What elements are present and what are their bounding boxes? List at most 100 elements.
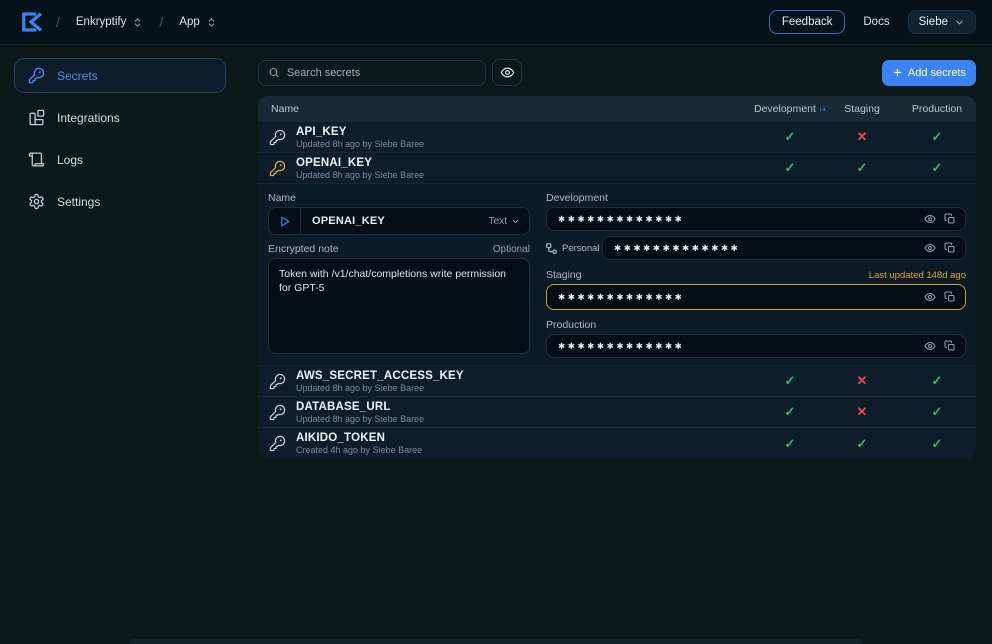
secret-name: AWS_SECRET_ACCESS_KEY [296,370,464,382]
sidebar-item-integrations[interactable]: Integrations [14,100,226,135]
secret-detail-panel: Name OPENAI_KEY Text Encrypted note Opti… [258,184,976,366]
production-value-field[interactable]: ✱✱✱✱✱✱✱✱✱✱✱✱✱ [546,334,966,358]
search-icon [268,66,280,79]
reveal-all-toggle[interactable] [492,59,522,86]
note-label: Encrypted note [268,243,339,255]
sidebar-item-secrets[interactable]: Secrets [14,58,226,93]
key-icon [269,160,286,177]
search-input[interactable] [287,67,476,79]
staging-value: ✱✱✱✱✱✱✱✱✱✱✱✱✱ [547,292,924,303]
breadcrumb-project-select[interactable]: App [173,12,222,32]
sidebar-item-label: Settings [57,195,100,209]
copy-icon[interactable] [944,340,956,352]
status-development: ✓ [754,373,826,389]
detail-left-column: Name OPENAI_KEY Text Encrypted note Opti… [268,192,530,359]
chevron-down-icon [954,17,965,28]
breadcrumb-separator: / [159,14,163,30]
eye-icon[interactable] [924,291,936,303]
personal-value: ✱✱✱✱✱✱✱✱✱✱✱✱✱ [603,243,924,254]
add-secrets-label: Add secrets [908,67,966,79]
eye-icon[interactable] [924,340,936,352]
secret-meta: Updated 8h ago by Siebe Baree [296,383,464,393]
status-development: ✓ [754,404,826,420]
secret-row-aws-secret-access-key[interactable]: AWS_SECRET_ACCESS_KEY Updated 8h ago by … [258,366,976,397]
key-icon [269,404,286,421]
status-development: ✓ [754,129,826,145]
sidebar-item-label: Secrets [57,69,98,83]
eye-icon[interactable] [924,242,936,254]
secret-name-field: OPENAI_KEY Text [268,207,530,235]
sidebar-item-label: Integrations [57,111,120,125]
status-production: ✓ [898,436,976,452]
eye-icon[interactable] [924,213,936,225]
key-icon [269,435,286,452]
secret-row-api-key[interactable]: API_KEY Updated 8h ago by Siebe Baree ✓ … [258,122,976,153]
personal-label: Personal [562,243,600,254]
secret-name: OPENAI_KEY [296,157,424,169]
gear-icon [28,193,45,210]
plus-icon [892,67,903,78]
status-production: ✓ [898,160,976,176]
column-staging[interactable]: Staging [826,103,898,115]
enkryptify-logo-icon[interactable] [16,7,46,37]
column-production[interactable]: Production [898,103,976,115]
detail-right-column: Development ✱✱✱✱✱✱✱✱✱✱✱✱✱ Personal ✱✱✱✱✱… [546,192,966,359]
sidebar-item-logs[interactable]: Logs [14,142,226,177]
secrets-table: Name Development Staging Production API_… [258,96,976,459]
status-development: ✓ [754,436,826,452]
encrypted-note-textarea[interactable]: Token with /v1/chat/completions write pe… [268,258,530,354]
scroll-icon [28,151,45,168]
dock-hint-bar [130,639,862,644]
chevron-down-icon [511,217,520,226]
production-label: Production [546,319,966,331]
personal-override-row: Personal ✱✱✱✱✱✱✱✱✱✱✱✱✱ [546,236,966,260]
secret-row-database-url[interactable]: DATABASE_URL Updated 8h ago by Siebe Bar… [258,397,976,428]
secret-meta: Updated 8h ago by Siebe Baree [296,170,424,180]
status-staging: ✕ [826,129,898,145]
search-box [258,60,486,86]
secret-row-aikido-token[interactable]: AIKIDO_TOKEN Created 4h ago by Siebe Bar… [258,428,976,459]
blocks-icon [28,109,45,126]
project-name: App [179,16,199,28]
development-label: Development [546,192,966,204]
copy-icon[interactable] [944,242,956,254]
personal-value-field[interactable]: ✱✱✱✱✱✱✱✱✱✱✱✱✱ [602,236,966,260]
sidebar: Secrets Integrations Logs Settings [0,45,240,644]
sidebar-item-label: Logs [57,153,83,167]
secret-name-input[interactable]: OPENAI_KEY [301,215,489,227]
development-value: ✱✱✱✱✱✱✱✱✱✱✱✱✱ [547,214,924,225]
name-field-label: Name [268,192,530,204]
staging-label: Staging [546,269,582,281]
eye-icon [500,65,515,80]
main-content: Add secrets Name Development Staging Pro… [258,45,976,644]
breadcrumb-org-select[interactable]: Enkryptify [70,12,150,32]
status-staging: ✕ [826,404,898,420]
feedback-button[interactable]: Feedback [769,10,846,34]
secret-name: AIKIDO_TOKEN [296,432,422,444]
user-name: Siebe [919,16,948,28]
copy-icon[interactable] [944,213,956,225]
play-triangle-icon[interactable] [269,208,301,234]
note-optional-hint: Optional [493,244,530,255]
table-header: Name Development Staging Production [258,96,976,122]
copy-icon[interactable] [944,291,956,303]
status-production: ✓ [898,129,976,145]
secret-meta: Created 4h ago by Siebe Baree [296,445,422,455]
user-menu-button[interactable]: Siebe [908,10,976,34]
breadcrumb-separator: / [56,14,60,30]
sidebar-item-settings[interactable]: Settings [14,184,226,219]
column-development[interactable]: Development [754,103,826,115]
status-staging: ✕ [826,373,898,389]
secret-meta: Updated 8h ago by Siebe Baree [296,139,424,149]
column-name: Name [258,103,754,115]
add-secrets-button[interactable]: Add secrets [882,60,976,86]
status-staging: ✓ [826,160,898,176]
org-name: Enkryptify [76,16,127,28]
secret-row-openai-key[interactable]: OPENAI_KEY Updated 8h ago by Siebe Baree… [258,153,976,184]
fork-icon [546,243,557,254]
secret-type-select[interactable]: Text [489,216,529,227]
staging-value-field[interactable]: ✱✱✱✱✱✱✱✱✱✱✱✱✱ [546,284,966,310]
secret-name: API_KEY [296,126,424,138]
docs-link[interactable]: Docs [863,16,889,28]
development-value-field[interactable]: ✱✱✱✱✱✱✱✱✱✱✱✱✱ [546,207,966,231]
